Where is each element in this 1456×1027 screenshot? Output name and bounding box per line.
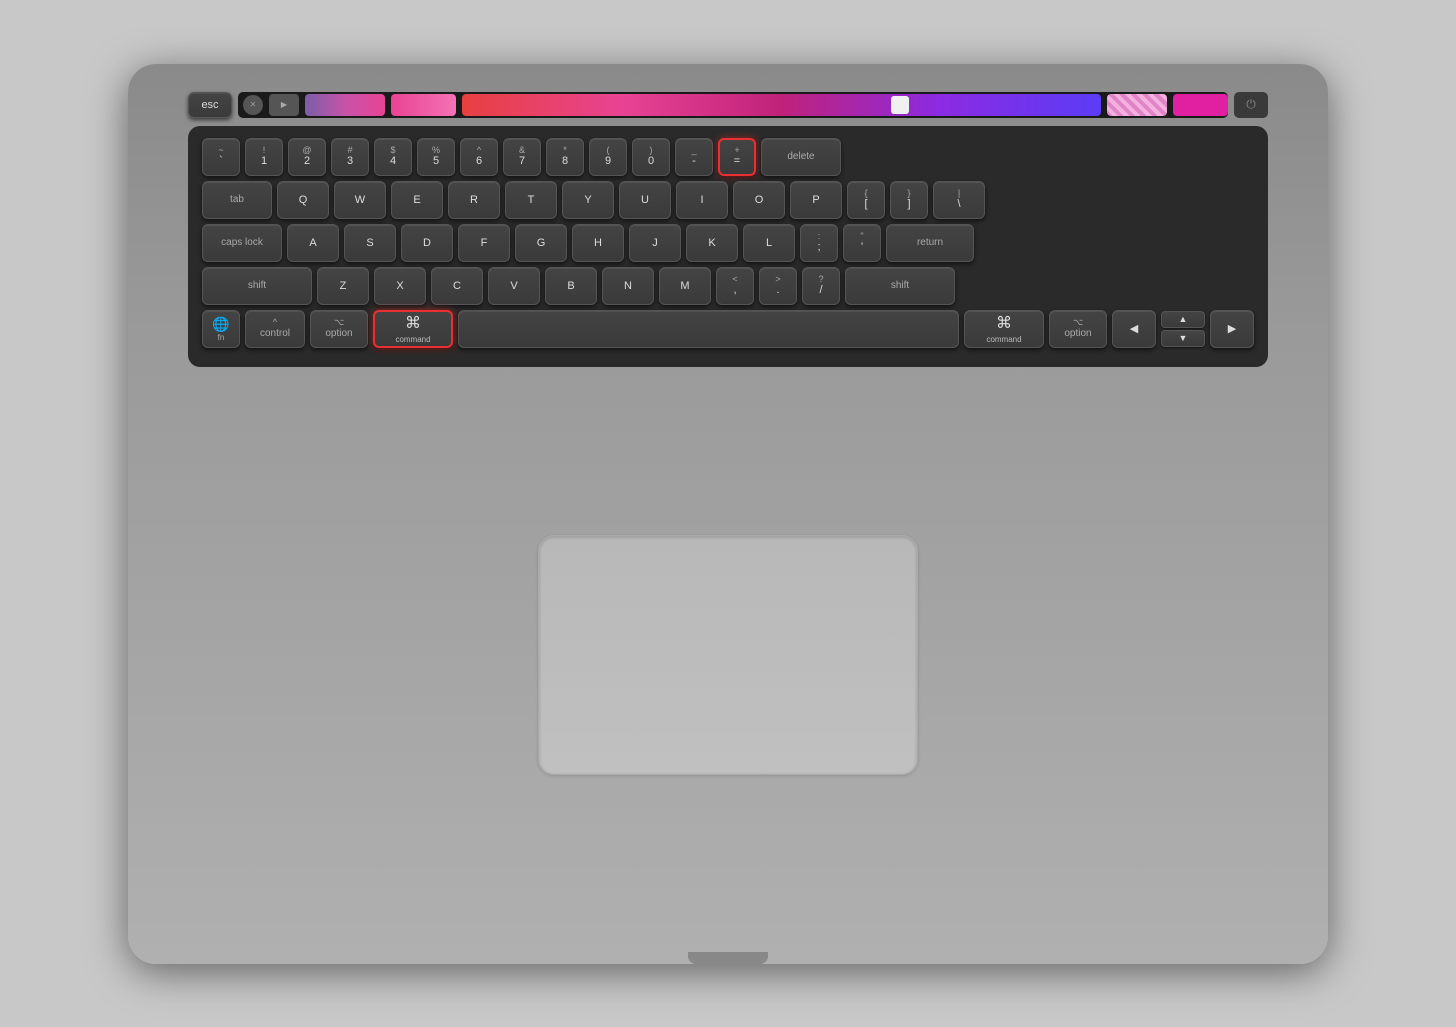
- key-r[interactable]: R: [448, 181, 500, 219]
- key-control[interactable]: ^ control: [245, 310, 305, 348]
- touch-bar-row: esc: [188, 92, 1268, 118]
- key-l[interactable]: L: [743, 224, 795, 262]
- key-n[interactable]: N: [602, 267, 654, 305]
- key-delete[interactable]: delete: [761, 138, 841, 176]
- key-z[interactable]: Z: [317, 267, 369, 305]
- key-x[interactable]: X: [374, 267, 426, 305]
- tb-pink-block: [391, 94, 456, 116]
- key-capslock[interactable]: caps lock: [202, 224, 282, 262]
- key-3[interactable]: # 3: [331, 138, 369, 176]
- laptop-body: esc ~ ` ! 1 @ 2: [128, 64, 1328, 964]
- arrow-updown-group: ▲ ▼: [1161, 311, 1205, 347]
- key-backslash[interactable]: | \: [933, 181, 985, 219]
- key-w[interactable]: W: [334, 181, 386, 219]
- key-return[interactable]: return: [886, 224, 974, 262]
- key-p[interactable]: P: [790, 181, 842, 219]
- tb-slider[interactable]: [891, 96, 909, 114]
- tb-power-button[interactable]: [1234, 92, 1268, 118]
- qwerty-row: tab Q W E R T Y U I O P { [ } ] | \: [202, 181, 1254, 219]
- key-7[interactable]: & 7: [503, 138, 541, 176]
- number-row: ~ ` ! 1 @ 2 # 3 $ 4 % 5: [202, 138, 1254, 176]
- key-6[interactable]: ^ 6: [460, 138, 498, 176]
- key-shift-right[interactable]: shift: [845, 267, 955, 305]
- tb-checker-pattern: [1107, 94, 1167, 116]
- key-space[interactable]: [458, 310, 959, 348]
- key-minus[interactable]: _ -: [675, 138, 713, 176]
- key-arrow-up[interactable]: ▲: [1161, 311, 1205, 328]
- key-h[interactable]: H: [572, 224, 624, 262]
- key-k[interactable]: K: [686, 224, 738, 262]
- zxcv-row: shift Z X C V B N M < , > . ? / shift: [202, 267, 1254, 305]
- trackpad[interactable]: [538, 535, 918, 775]
- bottom-row: 🌐 fn ^ control ⌥ option ⌘ command ⌘ comm…: [202, 310, 1254, 348]
- key-u[interactable]: U: [619, 181, 671, 219]
- keyboard: ~ ` ! 1 @ 2 # 3 $ 4 % 5: [188, 126, 1268, 367]
- tb-close-button[interactable]: [243, 95, 263, 115]
- key-c[interactable]: C: [431, 267, 483, 305]
- key-open-bracket[interactable]: { [: [847, 181, 885, 219]
- key-command-left[interactable]: ⌘ command: [373, 310, 453, 348]
- tb-pink-solid: [1173, 94, 1228, 116]
- key-4[interactable]: $ 4: [374, 138, 412, 176]
- key-y[interactable]: Y: [562, 181, 614, 219]
- key-close-bracket[interactable]: } ]: [890, 181, 928, 219]
- key-slash[interactable]: ? /: [802, 267, 840, 305]
- key-period[interactable]: > .: [759, 267, 797, 305]
- key-v[interactable]: V: [488, 267, 540, 305]
- key-g[interactable]: G: [515, 224, 567, 262]
- key-arrow-down[interactable]: ▼: [1161, 330, 1205, 347]
- tb-red-bar: [462, 94, 1101, 116]
- key-tab[interactable]: tab: [202, 181, 272, 219]
- key-arrow-left[interactable]: ◀: [1112, 310, 1156, 348]
- key-o[interactable]: O: [733, 181, 785, 219]
- key-f[interactable]: F: [458, 224, 510, 262]
- key-1[interactable]: ! 1: [245, 138, 283, 176]
- key-option-left[interactable]: ⌥ option: [310, 310, 368, 348]
- key-tilde[interactable]: ~ `: [202, 138, 240, 176]
- key-d[interactable]: D: [401, 224, 453, 262]
- key-fn[interactable]: 🌐 fn: [202, 310, 240, 348]
- tb-gradient-block: [305, 94, 385, 116]
- key-i[interactable]: I: [676, 181, 728, 219]
- key-b[interactable]: B: [545, 267, 597, 305]
- trackpad-area: [538, 367, 918, 944]
- key-8[interactable]: * 8: [546, 138, 584, 176]
- key-equals[interactable]: + =: [718, 138, 756, 176]
- key-arrow-right[interactable]: ▶: [1210, 310, 1254, 348]
- key-9[interactable]: ( 9: [589, 138, 627, 176]
- key-command-right[interactable]: ⌘ command: [964, 310, 1044, 348]
- key-quote[interactable]: " ': [843, 224, 881, 262]
- bottom-connector: [688, 952, 768, 964]
- key-j[interactable]: J: [629, 224, 681, 262]
- asdf-row: caps lock A S D F G H J K L : ; " ' retu…: [202, 224, 1254, 262]
- key-shift-left[interactable]: shift: [202, 267, 312, 305]
- esc-key[interactable]: esc: [188, 92, 232, 118]
- key-s[interactable]: S: [344, 224, 396, 262]
- key-m[interactable]: M: [659, 267, 711, 305]
- touch-bar: [238, 92, 1228, 118]
- key-0[interactable]: ) 0: [632, 138, 670, 176]
- tb-arrow-button[interactable]: [269, 94, 299, 116]
- key-5[interactable]: % 5: [417, 138, 455, 176]
- key-q[interactable]: Q: [277, 181, 329, 219]
- key-e[interactable]: E: [391, 181, 443, 219]
- key-semicolon[interactable]: : ;: [800, 224, 838, 262]
- key-option-right[interactable]: ⌥ option: [1049, 310, 1107, 348]
- key-2[interactable]: @ 2: [288, 138, 326, 176]
- key-a[interactable]: A: [287, 224, 339, 262]
- key-t[interactable]: T: [505, 181, 557, 219]
- key-comma[interactable]: < ,: [716, 267, 754, 305]
